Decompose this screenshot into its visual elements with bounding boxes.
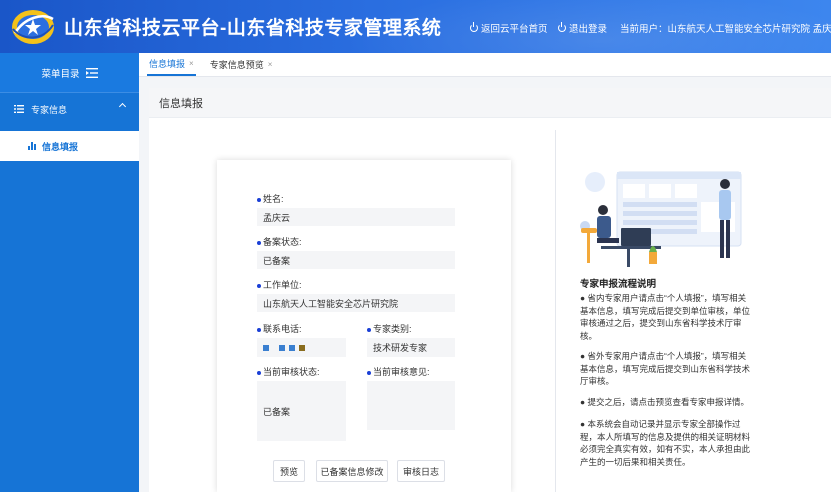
panel-divider: [555, 130, 556, 492]
sidebar-group-label: 专家信息: [31, 104, 68, 115]
menu-label: 菜单目录: [41, 68, 80, 80]
chevron-up-icon: [118, 102, 127, 111]
bar-chart-icon: [28, 142, 36, 150]
expert-workspace-illustration: [580, 171, 742, 267]
sidebar-item-info-fill[interactable]: 信息填报: [0, 131, 139, 161]
menu-toggle[interactable]: 菜单目录: [0, 53, 139, 93]
name-label: 姓名:: [257, 192, 284, 205]
audit-opinion-label: 当前审核意见:: [367, 365, 430, 378]
category-label: 专家类别:: [367, 322, 412, 335]
flow-title: 专家申报流程说明: [580, 279, 657, 290]
power-icon: [470, 22, 478, 32]
app-title: 山东省科技云平台-山东省科技专家管理系统: [64, 18, 442, 39]
logout-label: 退出登录: [569, 24, 608, 35]
phone-field: [257, 338, 346, 357]
close-icon[interactable]: ×: [189, 59, 194, 68]
flow-note-2: ● 省外专家用户请点击“个人填报”，填写相关基本信息，填写完成后提交到山东省科学…: [580, 351, 751, 386]
preview-button[interactable]: 预览: [273, 460, 305, 482]
masked-digit-block: [263, 344, 269, 351]
platform-logo: [12, 10, 54, 44]
masked-phone: [263, 344, 305, 351]
tab-label: 信息填报: [149, 58, 186, 69]
audit-log-button[interactable]: 审核日志: [397, 460, 445, 482]
flow-note-1: ● 省内专家用户请点击“个人填报”，填写相关基本信息，填写完成后提交到单位审核，…: [580, 293, 751, 341]
audit-status-field: 已备案: [257, 381, 346, 441]
tab-bar: 信息填报 × 专家信息预览 ×: [139, 53, 831, 77]
tab-info-fill[interactable]: 信息填报 ×: [147, 52, 196, 76]
list-icon: [14, 105, 24, 113]
audit-opinion-field: [367, 381, 455, 430]
tab-label: 专家信息预览: [209, 59, 264, 70]
menu-collapse-icon: [85, 67, 98, 78]
status-label: 备案状态:: [257, 235, 302, 248]
flow-note-4: ● 本系统会自动记录并显示专家全部操作过程，本人所填写的信息及提供的相关证明材料…: [580, 419, 751, 467]
close-icon[interactable]: ×: [268, 60, 273, 69]
back-to-platform-label: 返回云平台首页: [481, 24, 548, 35]
current-user: 当前用户：山东航天人工智能安全芯片研究院 孟庆云: [620, 24, 831, 35]
phone-label: 联系电话:: [257, 322, 302, 335]
org-label: 工作单位:: [257, 278, 302, 291]
logout-link[interactable]: 退出登录: [558, 21, 607, 35]
flow-note-3: ● 提交之后，请点击预览查看专家申报详情。: [580, 397, 749, 407]
power-icon: [558, 22, 566, 32]
main-panel: 信息填报 姓名: 孟庆云 备案状态: 已备案 工作单位: 山东航天人工智能安全芯…: [149, 88, 831, 492]
masked-digit-block: [289, 344, 295, 351]
page-title: 信息填报: [149, 88, 831, 118]
masked-digit-block: [299, 344, 305, 351]
tab-expert-preview[interactable]: 专家信息预览 ×: [208, 52, 275, 76]
audit-status-label: 当前审核状态:: [257, 365, 320, 378]
status-field: 已备案: [257, 251, 455, 269]
sidebar-group-expert-info[interactable]: 专家信息: [0, 95, 139, 123]
sidebar: 菜单目录 专家信息 信息填报: [0, 53, 139, 492]
name-field: 孟庆云: [257, 208, 455, 226]
masked-digit-block: [279, 344, 285, 351]
app-header: 山东省科技云平台-山东省科技专家管理系统 返回云平台首页 退出登录 当前用户：山…: [0, 0, 831, 53]
category-field: 技术研发专家: [367, 338, 455, 357]
back-to-platform-link[interactable]: 返回云平台首页: [470, 21, 548, 35]
modify-filed-info-button[interactable]: 已备案信息修改: [316, 460, 388, 482]
org-field: 山东航天人工智能安全芯片研究院: [257, 294, 455, 312]
expert-info-card: 姓名: 孟庆云 备案状态: 已备案 工作单位: 山东航天人工智能安全芯片研究院 …: [217, 160, 511, 492]
sidebar-item-label: 信息填报: [42, 141, 79, 152]
